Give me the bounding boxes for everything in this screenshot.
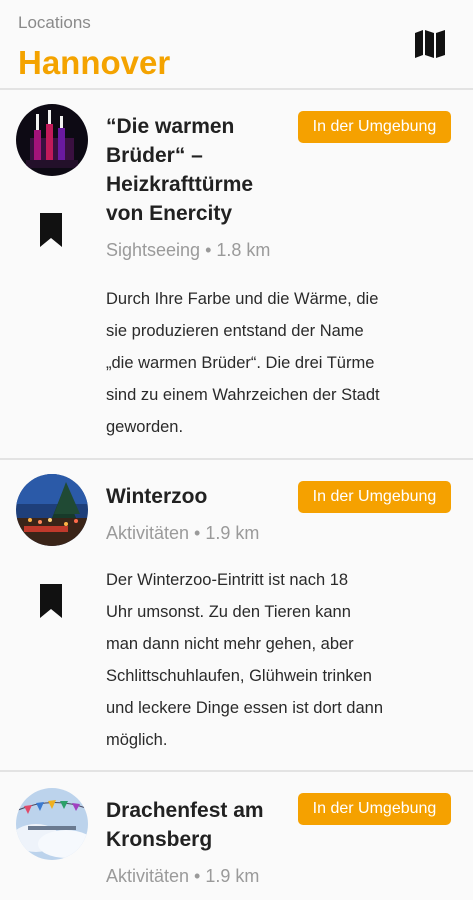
- location-meta: Aktivitäten • 1.9 km: [106, 523, 260, 543]
- location-title: Winterzoo: [106, 485, 208, 508]
- location-description: Der Winterzoo-Eintritt ist nach 18 Uhr u…: [106, 571, 384, 749]
- location-thumbnail-image: [16, 788, 88, 860]
- location-thumbnail-image: [16, 474, 88, 546]
- nearby-badge[interactable]: In der Umgebung: [298, 111, 451, 143]
- location-title: “Die warmen Brüder“ – Heizkrafttürme von…: [106, 115, 254, 225]
- location-meta: Sightseeing • 1.8 km: [106, 240, 271, 260]
- app-header: Locations Hannover: [0, 0, 473, 88]
- section-label: Locations: [18, 13, 91, 32]
- nearby-badge[interactable]: In der Umgebung: [298, 481, 451, 513]
- location-title: Drachenfest am Kronsberg: [106, 799, 264, 851]
- bookmark-icon[interactable]: [38, 212, 64, 248]
- location-item[interactable]: Drachenfest am Kronsberg In der Umgebung…: [0, 772, 473, 900]
- location-description: Durch Ihre Farbe und die Wärme, die sie …: [106, 290, 380, 436]
- location-item[interactable]: “Die warmen Brüder“ – Heizkrafttürme von…: [0, 90, 473, 458]
- location-item[interactable]: Winterzoo In der Umgebung Aktivitäten • …: [0, 460, 473, 770]
- page-title: Hannover: [18, 44, 171, 81]
- map-icon[interactable]: [412, 26, 448, 62]
- nearby-badge[interactable]: In der Umgebung: [298, 793, 451, 825]
- location-meta: Aktivitäten • 1.9 km: [106, 866, 260, 886]
- bookmark-icon[interactable]: [38, 583, 64, 619]
- location-thumbnail-image: [16, 104, 88, 176]
